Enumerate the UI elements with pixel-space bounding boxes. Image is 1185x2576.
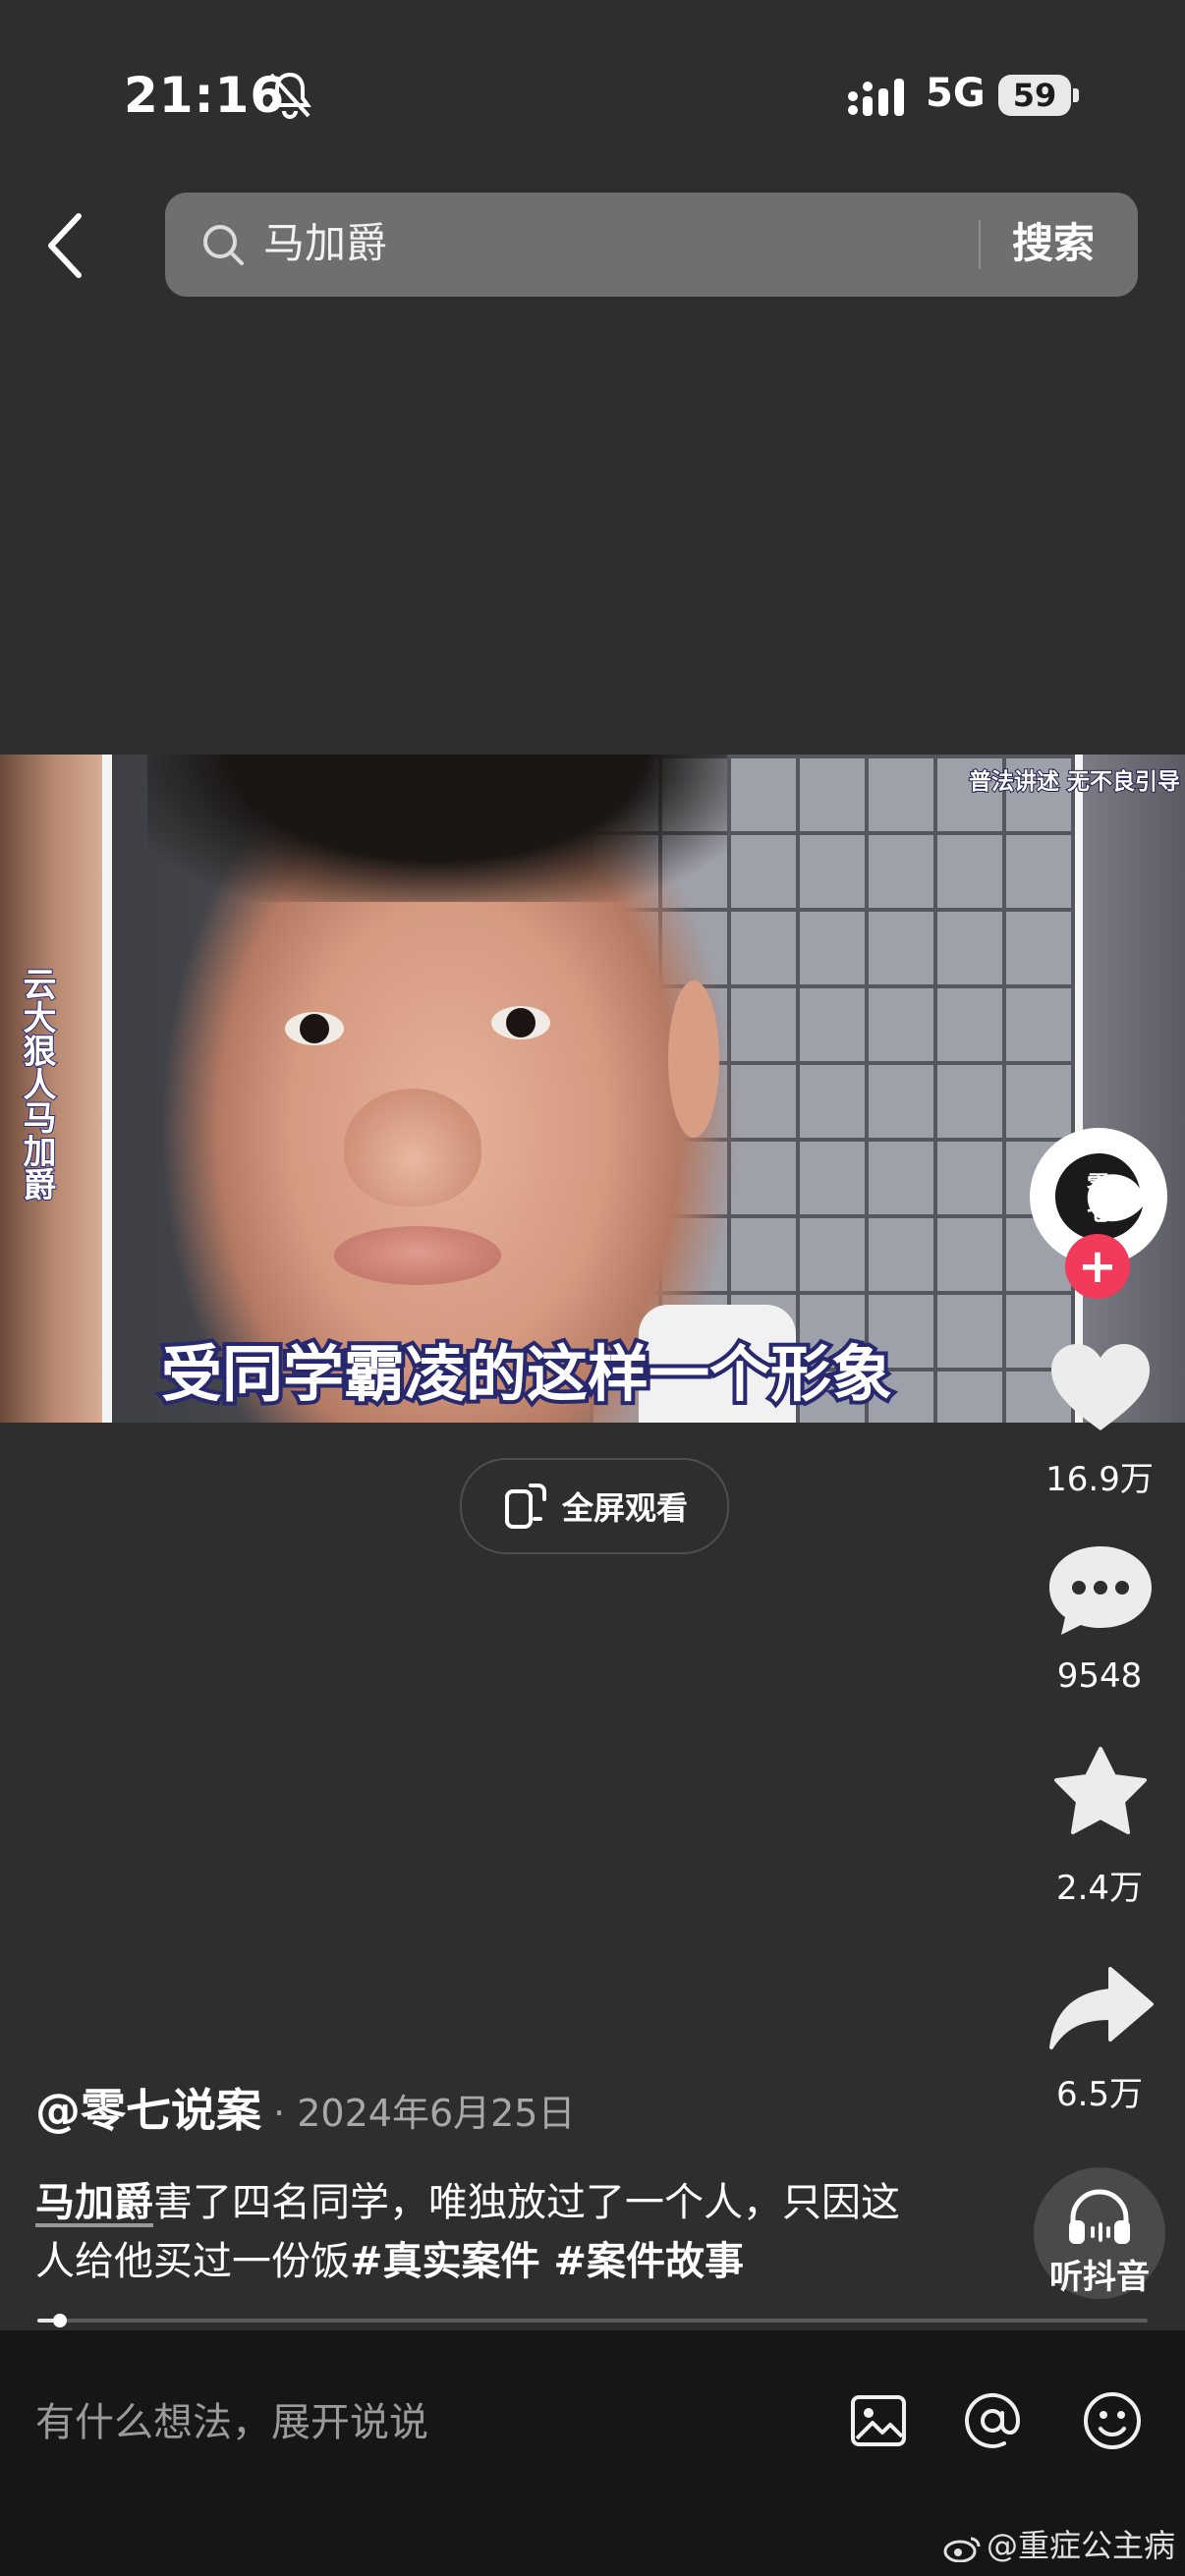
search-bar[interactable]: 马加爵 搜索 <box>165 193 1138 297</box>
fullscreen-button[interactable]: 全屏观看 <box>460 1458 729 1554</box>
avatar-text: 零 七 <box>1087 1170 1110 1226</box>
author-line: @零七说案 · 2024年6月25日 <box>35 2075 576 2140</box>
pupil <box>506 1008 536 1037</box>
weibo-icon <box>943 2537 981 2562</box>
headphones-icon <box>1069 2189 1130 2244</box>
search-divider <box>979 220 981 269</box>
emoji-icon[interactable] <box>1081 2389 1144 2452</box>
post-description: 马加爵害了四名同学，唯独放过了一个人，只因这人给他买过一份饭#真实案件 #案件故… <box>35 2173 920 2291</box>
back-icon[interactable] <box>41 206 90 285</box>
search-icon <box>203 225 244 265</box>
hair <box>147 755 727 902</box>
watermark-text: @重症公主病 <box>987 2527 1176 2564</box>
right-eye <box>491 1006 550 1039</box>
post-date: 2024年6月25日 <box>297 2092 576 2135</box>
description-keyword-link[interactable]: 马加爵 <box>35 2180 153 2225</box>
progress-thumb[interactable] <box>52 2314 67 2327</box>
favorite-count: 2.4万 <box>1055 1869 1144 1908</box>
hashtag-true-case[interactable]: #真实案件 <box>350 2239 540 2284</box>
image-icon[interactable] <box>847 2389 910 2452</box>
mouth <box>334 1226 501 1285</box>
ear <box>668 980 719 1138</box>
video-progress-bar[interactable] <box>37 2314 1148 2327</box>
pupil <box>300 1014 329 1043</box>
comment-count: 9548 <box>1056 1656 1143 1696</box>
signal-icon <box>848 79 904 116</box>
left-eye <box>285 1012 344 1045</box>
comment-input[interactable]: 有什么想法，展开说说 <box>35 2395 428 2450</box>
vertical-caption: 云大狠人马加爵 <box>16 966 57 1202</box>
follow-button[interactable]: + <box>1065 1234 1130 1299</box>
network-label: 5G <box>926 71 986 116</box>
like-count: 16.9万 <box>1045 1460 1154 1499</box>
nose <box>344 1089 481 1206</box>
heart-icon[interactable] <box>1044 1338 1157 1436</box>
video-subtitle: 受同学霸凌的这样一个形象 <box>157 1334 896 1414</box>
at-icon[interactable] <box>961 2389 1024 2452</box>
weibo-watermark: @重症公主病 <box>943 2521 1175 2566</box>
search-input[interactable]: 马加爵 <box>263 214 387 273</box>
star-icon[interactable] <box>1044 1745 1157 1843</box>
video-side-frame-right <box>1083 755 1185 1423</box>
comment-icon[interactable] <box>1044 1540 1157 1639</box>
hashtag-case-story[interactable]: #案件故事 <box>540 2239 744 2284</box>
frame-divider <box>102 755 112 1423</box>
status-time: 21:16 <box>124 67 286 124</box>
video-player[interactable]: 云大狠人马加爵 普法讲述 无不良引导 受同学霸凌的这样一个形象 <box>0 755 1185 1423</box>
bell-slash-icon <box>268 72 311 119</box>
author-name[interactable]: @零七说案 <box>35 2084 261 2137</box>
battery-indicator: 59 <box>998 75 1071 116</box>
share-count: 6.5万 <box>1055 2075 1144 2114</box>
fullscreen-label: 全屏观看 <box>561 1489 688 1527</box>
frame-divider <box>1075 755 1083 1423</box>
search-button[interactable]: 搜索 <box>1012 214 1095 273</box>
listen-label: 听抖音 <box>1049 2258 1150 2297</box>
date-separator: · <box>261 2092 298 2135</box>
share-icon[interactable] <box>1044 1961 1157 2059</box>
video-disclaimer-tag: 普法讲述 无不良引导 <box>968 767 1181 796</box>
fullscreen-icon <box>504 1484 546 1529</box>
battery-tip <box>1073 88 1079 102</box>
comment-bar: 有什么想法，展开说说 @重症公主病 <box>0 2330 1185 2576</box>
